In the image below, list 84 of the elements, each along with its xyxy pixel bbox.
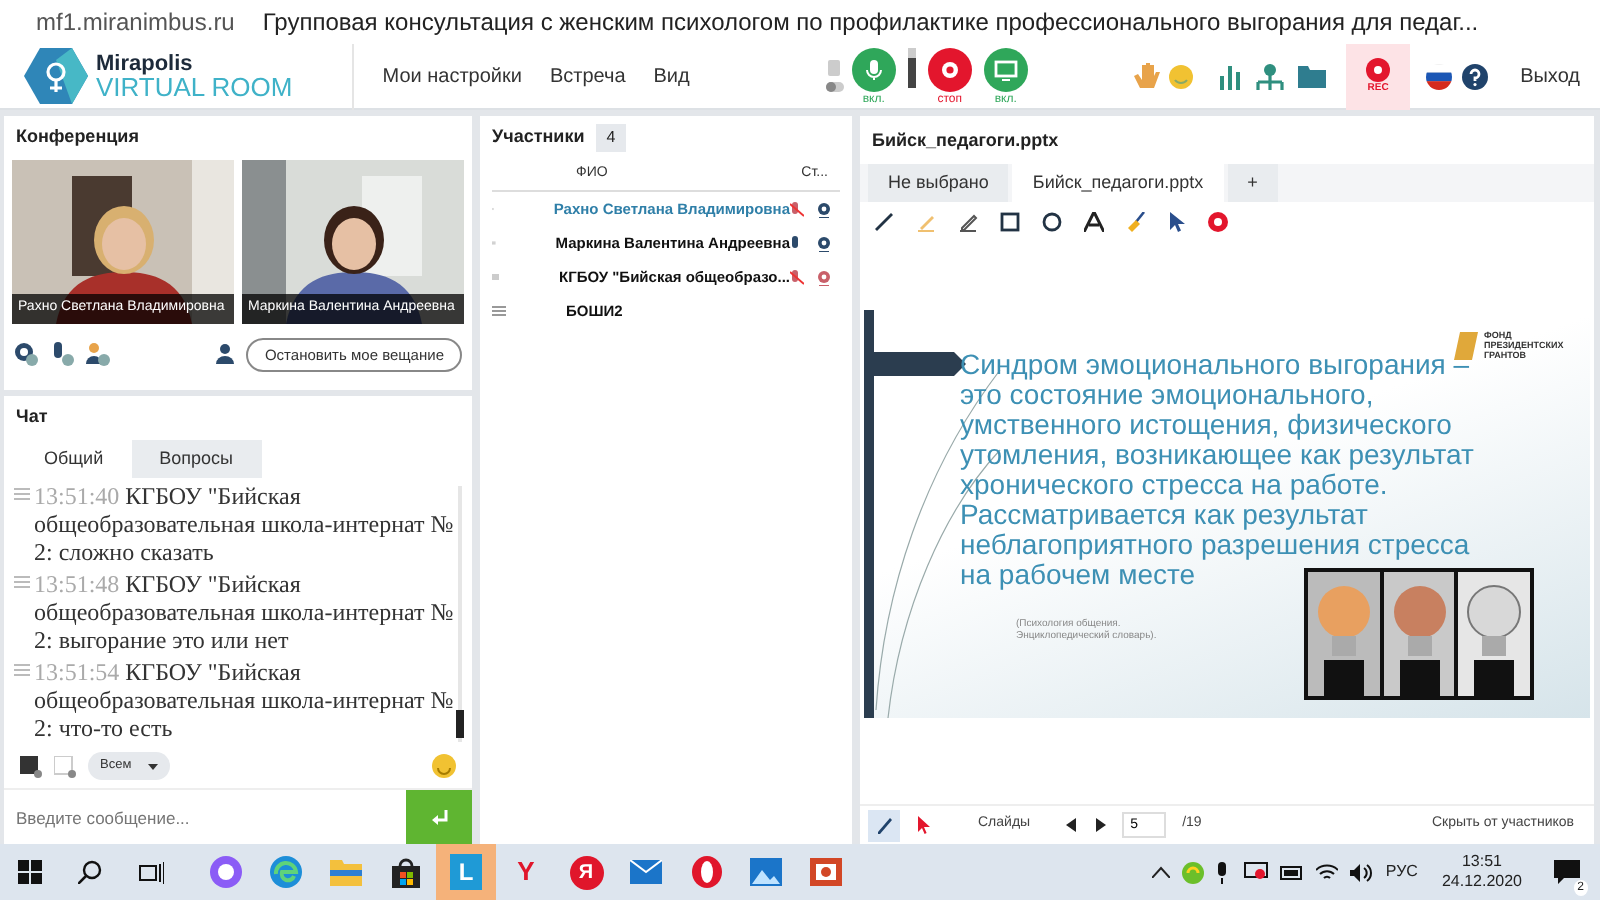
image-icon[interactable] <box>750 858 782 886</box>
folder-icon[interactable] <box>330 858 362 886</box>
app-icon[interactable]: Y <box>517 852 535 892</box>
user-icon <box>216 344 235 365</box>
circle-tool-icon[interactable] <box>1042 212 1062 232</box>
clock-date[interactable]: 24.12.2020 <box>1441 872 1522 892</box>
ring-icon[interactable] <box>691 856 721 888</box>
stop-icon[interactable] <box>1208 212 1228 232</box>
menu-item[interactable]: Мои настройки <box>382 61 522 91</box>
caret-icon <box>147 763 158 770</box>
fund-logo-icon <box>1454 332 1478 360</box>
logo-text: Mirapolis <box>96 52 195 76</box>
logo-icon <box>24 48 88 104</box>
ring-icon[interactable] <box>210 856 242 888</box>
enter-icon <box>431 809 447 825</box>
emoji-icon[interactable] <box>432 754 456 779</box>
participant-count: 4 <box>596 124 626 152</box>
exit-link[interactable]: Выход <box>1520 61 1580 91</box>
address-text[interactable]: mf1.miranimbus.ru <box>36 4 235 40</box>
pen-button[interactable] <box>868 809 900 841</box>
volume-icon[interactable] <box>1349 863 1372 881</box>
chat-tab[interactable]: Вопросы <box>131 439 261 478</box>
battery-icon[interactable] <box>1279 865 1304 879</box>
previous-icon[interactable] <box>1066 818 1079 832</box>
language-indicator[interactable]: РУС <box>1385 860 1418 884</box>
screen-button[interactable] <box>983 48 1028 92</box>
panel-title: Участники <box>492 124 585 151</box>
app-icon[interactable]: Я <box>569 855 603 889</box>
document-tab[interactable]: Бийск_педагоги.pptx <box>1012 163 1224 202</box>
notification-icon[interactable] <box>1554 859 1580 884</box>
document-tab[interactable]: + <box>1227 163 1278 202</box>
text-color-icon[interactable] <box>20 755 42 778</box>
microphone-button[interactable] <box>851 48 896 92</box>
broom-icon[interactable] <box>1126 212 1146 232</box>
presentation-icon[interactable] <box>810 858 842 886</box>
mail-icon[interactable] <box>630 860 662 884</box>
slide-text: Синдром эмоционального выгорания – это состояние эмоционального, умственного истощения, физического утомления, возникающее как результат хронического стресса на работе. Рассматривается как результат неблагоприятного разрешения стресса на рабочем месте <box>960 350 1476 590</box>
folder-icon[interactable] <box>1298 64 1327 88</box>
camera-button[interactable] <box>927 48 972 92</box>
panel-title: Бийск_педагоги.pptx <box>870 128 1061 154</box>
smiley-icon[interactable] <box>1168 63 1195 89</box>
pointer-icon[interactable] <box>916 816 930 834</box>
panel-title: Конференция <box>14 124 141 150</box>
toggle-icon[interactable] <box>825 58 844 94</box>
shopping-bag-icon[interactable] <box>392 857 420 887</box>
flag-icon[interactable] <box>1426 63 1453 89</box>
camera-settings-icon[interactable] <box>14 342 38 367</box>
chat-message: 13:51:40 КГБОУ "Бийская общеобразовательная школа-интернат № 2: сложно сказать <box>12 482 456 566</box>
menu-item[interactable]: Встреча <box>549 61 626 91</box>
next-icon[interactable] <box>1094 818 1107 832</box>
search-icon[interactable] <box>78 860 102 884</box>
pencil-icon[interactable] <box>958 212 978 232</box>
pointer-icon[interactable] <box>1168 212 1186 232</box>
chevron-icon[interactable] <box>1151 866 1170 878</box>
monitor-icon[interactable] <box>1243 862 1268 882</box>
record-icon <box>1366 58 1391 82</box>
wifi-icon[interactable] <box>1315 863 1338 881</box>
monitor-icon <box>991 56 1020 84</box>
clock-time[interactable]: 13:51 <box>1461 852 1502 872</box>
rectangle-tool-icon[interactable] <box>1000 212 1020 232</box>
panel-title: Чат <box>14 404 50 430</box>
user-settings-icon[interactable] <box>86 342 110 367</box>
message-icon <box>14 664 30 676</box>
message-icon <box>14 488 30 500</box>
windows-icon[interactable] <box>18 860 42 884</box>
chat-message: 13:51:54 КГБОУ "Бийская общеобразовательная школа-интернат № 2: что-то есть <box>12 658 456 742</box>
chat-message: 13:51:48 КГБОУ "Бийская общеобразовательная школа-интернат № 2: выгорание это или нет <box>12 570 456 654</box>
menu-item[interactable]: Вид <box>653 61 690 91</box>
volume-slider[interactable] <box>907 48 916 88</box>
microphone-icon[interactable] <box>1215 861 1228 883</box>
background-color-icon[interactable] <box>54 755 76 778</box>
text-tool-icon[interactable] <box>1084 212 1104 232</box>
task-view-icon[interactable] <box>137 861 163 883</box>
help-icon[interactable] <box>1462 63 1489 89</box>
document-tab[interactable]: Не выбрано <box>868 163 1009 202</box>
message-icon <box>14 576 30 588</box>
microphone-settings-icon[interactable] <box>50 342 74 367</box>
logo-subtitle: VIRTUAL ROOM <box>96 76 293 100</box>
bar-chart-icon[interactable] <box>1218 63 1243 89</box>
line-tool-icon[interactable] <box>874 212 894 232</box>
network-icon[interactable] <box>1256 63 1285 89</box>
browser-icon[interactable] <box>270 856 302 888</box>
page-title: Групповая консультация с женским психологом по профилактике профессионального выгорания для педаг... <box>262 6 1479 40</box>
pen-icon <box>875 816 893 834</box>
